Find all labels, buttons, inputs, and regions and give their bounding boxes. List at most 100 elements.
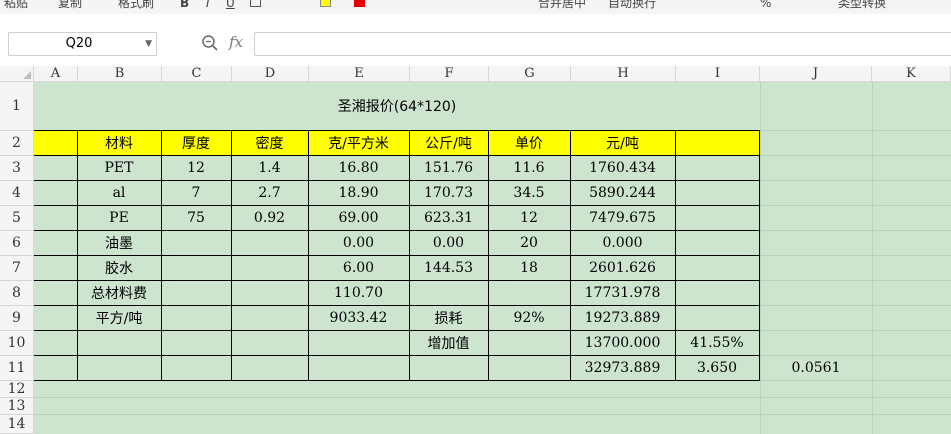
cell-h11[interactable]: 32973.889 xyxy=(570,356,675,380)
row-header-8[interactable]: 8 xyxy=(0,281,34,306)
cell-d3[interactable]: 1.4 xyxy=(231,156,308,180)
fx-icon[interactable]: fx xyxy=(229,33,243,51)
cell-f6[interactable]: 0.00 xyxy=(409,231,488,255)
cell-g7[interactable]: 18 xyxy=(488,256,570,280)
header-unit-price[interactable]: 单价 xyxy=(488,131,570,155)
row-header-10[interactable]: 10 xyxy=(0,331,34,356)
ribbon-toolbar: 粘贴 复制 格式刷 B I U 合并居中 自动换行 % 类型转换 xyxy=(0,0,951,15)
formula-bar: Q20 ▼ fx xyxy=(0,14,951,66)
column-header-j[interactable]: J xyxy=(760,66,872,82)
row-header-1[interactable]: 1 xyxy=(0,82,34,131)
row-header-6[interactable]: 6 xyxy=(0,231,34,256)
format-painter-button[interactable]: 格式刷 xyxy=(118,0,154,12)
wrap-text-button[interactable]: 自动换行 xyxy=(608,0,656,12)
cell-c5[interactable]: 75 xyxy=(161,206,231,230)
column-header-h[interactable]: H xyxy=(571,66,676,82)
cell-h10[interactable]: 13700.000 xyxy=(570,331,675,355)
zoom-icon[interactable] xyxy=(201,34,219,52)
cell-b6[interactable]: 油墨 xyxy=(77,231,161,255)
column-header-k[interactable]: K xyxy=(872,66,951,82)
row-header-13[interactable]: 13 xyxy=(0,398,34,415)
cell-b5[interactable]: PE xyxy=(77,206,161,230)
cell-e5[interactable]: 69.00 xyxy=(308,206,409,230)
header-gsm[interactable]: 克/平方米 xyxy=(308,131,409,155)
column-header-e[interactable]: E xyxy=(309,66,410,82)
row-header-4[interactable]: 4 xyxy=(0,181,34,206)
cell-b3[interactable]: PET xyxy=(77,156,161,180)
cell-h7[interactable]: 2601.626 xyxy=(570,256,675,280)
header-kg-per-ton[interactable]: 公斤/吨 xyxy=(409,131,488,155)
percent-button[interactable]: % xyxy=(760,0,771,12)
column-header-f[interactable]: F xyxy=(410,66,489,82)
column-header-i[interactable]: I xyxy=(676,66,760,82)
cell-b7[interactable]: 胶水 xyxy=(77,256,161,280)
header-material[interactable]: 材料 xyxy=(77,131,161,155)
cell-b9[interactable]: 平方/吨 xyxy=(77,306,161,330)
cell-e3[interactable]: 16.80 xyxy=(308,156,409,180)
cell-f5[interactable]: 623.31 xyxy=(409,206,488,230)
column-header-b[interactable]: B xyxy=(78,66,162,82)
column-header-c[interactable]: C xyxy=(162,66,232,82)
row-header-7[interactable]: 7 xyxy=(0,256,34,281)
cell-e4[interactable]: 18.90 xyxy=(308,181,409,205)
cell-g6[interactable]: 20 xyxy=(488,231,570,255)
copy-button[interactable]: 复制 xyxy=(58,0,82,12)
column-header-d[interactable]: D xyxy=(232,66,309,82)
cell-b4[interactable]: al xyxy=(77,181,161,205)
chevron-down-icon[interactable]: ▼ xyxy=(145,33,152,55)
formula-input[interactable] xyxy=(254,32,951,56)
cell-e6[interactable]: 0.00 xyxy=(308,231,409,255)
row-header-2[interactable]: 2 xyxy=(0,131,34,156)
font-color-icon[interactable] xyxy=(354,0,365,7)
cell-i11[interactable]: 3.650 xyxy=(675,356,759,380)
header-thickness[interactable]: 厚度 xyxy=(161,131,231,155)
sheet-title[interactable]: 圣湘报价(64*120) xyxy=(34,82,760,130)
italic-button[interactable]: I xyxy=(206,0,210,12)
cell-e8[interactable]: 110.70 xyxy=(308,281,409,305)
cell-g9[interactable]: 92% xyxy=(488,306,570,330)
cell-g5[interactable]: 12 xyxy=(488,206,570,230)
cell-b8[interactable]: 总材料费 xyxy=(77,281,161,305)
row-header-9[interactable]: 9 xyxy=(0,306,34,331)
cell-c4[interactable]: 7 xyxy=(161,181,231,205)
cell-h4[interactable]: 5890.244 xyxy=(570,181,675,205)
cell-d4[interactable]: 2.7 xyxy=(231,181,308,205)
cell-d5[interactable]: 0.92 xyxy=(231,206,308,230)
select-all-corner[interactable] xyxy=(0,66,34,82)
bold-button[interactable]: B xyxy=(180,0,189,12)
row-header-11[interactable]: 11 xyxy=(0,356,34,381)
cell-h8[interactable]: 17731.978 xyxy=(570,281,675,305)
border-icon[interactable] xyxy=(250,0,261,7)
cell-f3[interactable]: 151.76 xyxy=(409,156,488,180)
cell-g3[interactable]: 11.6 xyxy=(488,156,570,180)
header-density[interactable]: 密度 xyxy=(231,131,308,155)
cell-g4[interactable]: 34.5 xyxy=(488,181,570,205)
cell-e9[interactable]: 9033.42 xyxy=(308,306,409,330)
cell-i10[interactable]: 41.55% xyxy=(675,331,759,355)
cell-j11[interactable]: 0.0561 xyxy=(760,356,872,380)
row-header-14[interactable]: 14 xyxy=(0,415,34,434)
column-header-g[interactable]: G xyxy=(489,66,571,82)
row-header-5[interactable]: 5 xyxy=(0,206,34,231)
cell-e7[interactable]: 6.00 xyxy=(308,256,409,280)
underline-button[interactable]: U xyxy=(226,0,235,12)
merge-center-button[interactable]: 合并居中 xyxy=(538,0,586,12)
row-header-12[interactable]: 12 xyxy=(0,381,34,398)
cell-f4[interactable]: 170.73 xyxy=(409,181,488,205)
header-yuan-per-ton[interactable]: 元/吨 xyxy=(570,131,675,155)
cell-f7[interactable]: 144.53 xyxy=(409,256,488,280)
row-header-3[interactable]: 3 xyxy=(0,156,34,181)
sheet-grid[interactable]: 圣湘报价(64*120) 材料 厚度 密度 克/平方米 公斤/吨 单价 元/吨 … xyxy=(34,82,951,434)
cell-f9[interactable]: 损耗 xyxy=(409,306,488,330)
name-box[interactable]: Q20 ▼ xyxy=(8,32,157,56)
type-convert-button[interactable]: 类型转换 xyxy=(838,0,886,12)
cell-f10[interactable]: 增加值 xyxy=(409,331,488,355)
cell-h9[interactable]: 19273.889 xyxy=(570,306,675,330)
column-header-a[interactable]: A xyxy=(34,66,78,82)
paste-button[interactable]: 粘贴 xyxy=(4,0,28,12)
cell-h5[interactable]: 7479.675 xyxy=(570,206,675,230)
cell-h6[interactable]: 0.000 xyxy=(570,231,675,255)
fill-color-icon[interactable] xyxy=(320,0,331,7)
cell-h3[interactable]: 1760.434 xyxy=(570,156,675,180)
cell-c3[interactable]: 12 xyxy=(161,156,231,180)
